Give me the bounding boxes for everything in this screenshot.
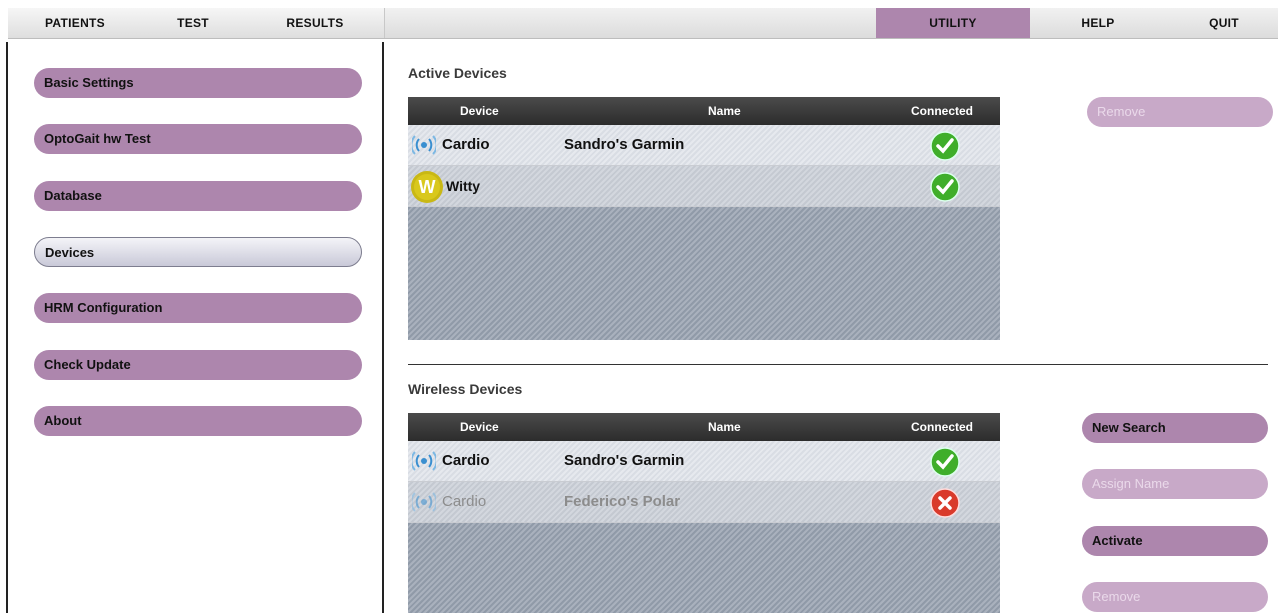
sidebar-item-devices[interactable]: Devices <box>34 237 362 267</box>
table-header: Device Name Connected <box>408 413 1000 441</box>
sidebar-item-optogait-hw-test[interactable]: OptoGait hw Test <box>34 124 362 154</box>
check-icon <box>930 131 960 161</box>
device-name: Witty <box>446 178 481 194</box>
witty-logo-icon: W <box>411 171 443 203</box>
active-devices-title: Active Devices <box>408 65 507 81</box>
section-divider <box>408 364 1268 365</box>
device-user-name: Sandro's Garmin <box>564 452 685 469</box>
menu-quit[interactable]: QUIT <box>1196 8 1252 38</box>
check-icon <box>930 172 960 202</box>
remove-active-button[interactable]: Remove <box>1087 97 1273 127</box>
remove-wireless-button[interactable]: Remove <box>1082 582 1268 612</box>
cross-icon <box>930 488 960 518</box>
menu-utility[interactable]: UTILITY <box>876 8 1030 38</box>
column-header-device: Device <box>460 420 499 434</box>
table-row[interactable]: Cardio Sandro's Garmin <box>408 125 1000 166</box>
sidebar-panel: Basic Settings OptoGait hw Test Database… <box>6 42 384 613</box>
column-header-device: Device <box>460 104 499 118</box>
activate-button[interactable]: Activate <box>1082 526 1268 556</box>
table-row[interactable]: Cardio Federico's Polar <box>408 482 1000 523</box>
active-devices-table: Device Name Connected Cardio Sandro's Ga… <box>408 97 1000 340</box>
top-menu-bar: PATIENTS TEST RESULTS UTILITY HELP QUIT <box>8 8 1278 39</box>
table-header: Device Name Connected <box>408 97 1000 125</box>
menu-test[interactable]: TEST <box>166 8 220 38</box>
new-search-button[interactable]: New Search <box>1082 413 1268 443</box>
svg-text:W: W <box>419 177 436 197</box>
device-user-name: Federico's Polar <box>564 493 681 510</box>
column-header-connected: Connected <box>911 420 974 434</box>
sidebar-item-database[interactable]: Database <box>34 181 362 211</box>
menu-patients[interactable]: PATIENTS <box>32 8 118 38</box>
table-row[interactable]: Cardio Sandro's Garmin <box>408 441 1000 482</box>
wireless-icon <box>412 492 436 512</box>
wireless-icon <box>412 451 436 471</box>
device-name: Cardio <box>442 493 487 510</box>
menu-results[interactable]: RESULTS <box>280 8 350 38</box>
sidebar-item-hrm-configuration[interactable]: HRM Configuration <box>34 293 362 323</box>
column-header-connected: Connected <box>911 104 974 118</box>
table-row[interactable]: W Witty <box>408 166 1000 207</box>
sidebar-item-about[interactable]: About <box>34 406 362 436</box>
check-icon <box>930 447 960 477</box>
sidebar-item-basic-settings[interactable]: Basic Settings <box>34 68 362 98</box>
menu-help[interactable]: HELP <box>1070 8 1126 38</box>
wireless-icon <box>412 135 436 155</box>
assign-name-button[interactable]: Assign Name <box>1082 469 1268 499</box>
wireless-devices-title: Wireless Devices <box>408 381 523 397</box>
device-name: Cardio <box>442 452 490 469</box>
column-header-name: Name <box>708 420 741 434</box>
column-header-name: Name <box>708 104 741 118</box>
wireless-devices-table: Device Name Connected Cardio Sandro's Ga… <box>408 413 1000 613</box>
sidebar-item-check-update[interactable]: Check Update <box>34 350 362 380</box>
device-user-name: Sandro's Garmin <box>564 136 685 153</box>
device-name: Cardio <box>442 136 490 153</box>
